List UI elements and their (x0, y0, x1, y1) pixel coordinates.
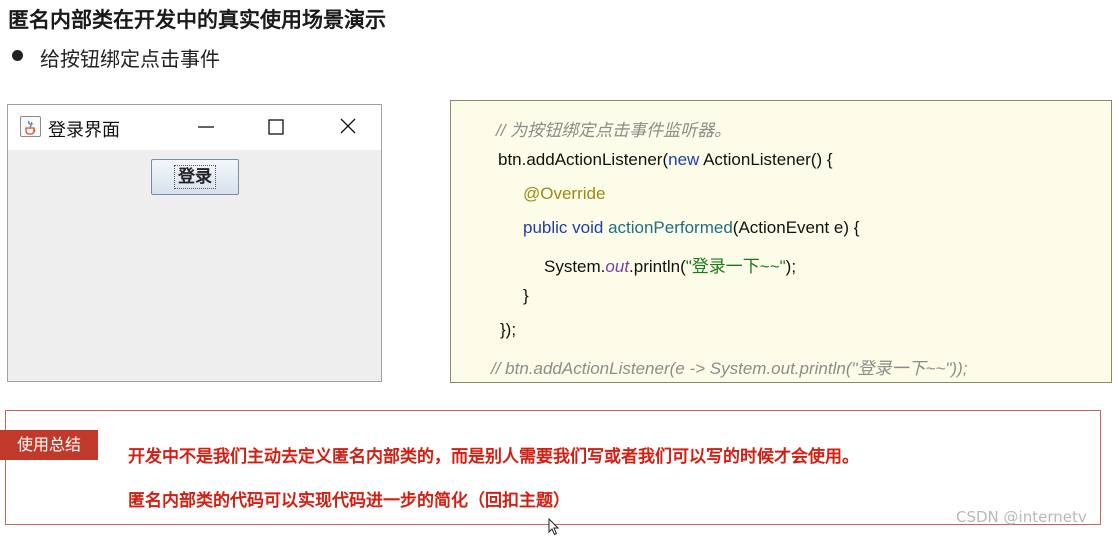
window-title: 登录界面 (48, 120, 120, 141)
login-window: 登录界面 登录 (7, 104, 382, 382)
summary-tag: 使用总结 (0, 430, 98, 460)
slide-title: 匿名内部类在开发中的真实使用场景演示 (8, 8, 386, 32)
close-icon (340, 118, 356, 134)
maximize-button[interactable] (261, 113, 291, 141)
code-annotation: @Override (523, 184, 606, 203)
code-close-brace: } (523, 286, 529, 305)
login-button[interactable]: 登录 (151, 159, 239, 195)
bullet-text: 给按钮绑定点击事件 (40, 47, 220, 71)
bullet-dot (12, 50, 23, 61)
minimize-icon (198, 126, 214, 128)
summary-line-1: 开发中不是我们主动去定义匿名内部类的，而是别人需要我们写或者我们可以写的时候才会… (128, 447, 859, 467)
summary-line-2: 匿名内部类的代码可以实现代码进一步的简化（回扣主题） (128, 491, 570, 511)
code-panel: // 为按钮绑定点击事件监听器。 btn.addActionListener(n… (450, 100, 1112, 383)
mouse-cursor-icon (548, 518, 560, 536)
code-line-1: btn.addActionListener(new ActionListener… (498, 150, 833, 169)
window-titlebar[interactable]: 登录界面 (8, 105, 381, 150)
minimize-button[interactable] (191, 113, 221, 141)
code-line-3: public void actionPerformed(ActionEvent … (523, 218, 860, 237)
close-button[interactable] (333, 113, 363, 141)
java-cup-icon (20, 116, 41, 137)
watermark: CSDN @internetv (956, 508, 1087, 526)
code-comment-1: // 为按钮绑定点击事件监听器。 (496, 121, 732, 140)
code-comment-2: // btn.addActionListener(e -> System.out… (491, 359, 968, 378)
login-button-label: 登录 (174, 165, 216, 189)
code-line-4: System.out.println("登录一下~~"); (544, 257, 797, 276)
maximize-icon (268, 119, 284, 135)
code-close-call: }); (500, 320, 517, 339)
